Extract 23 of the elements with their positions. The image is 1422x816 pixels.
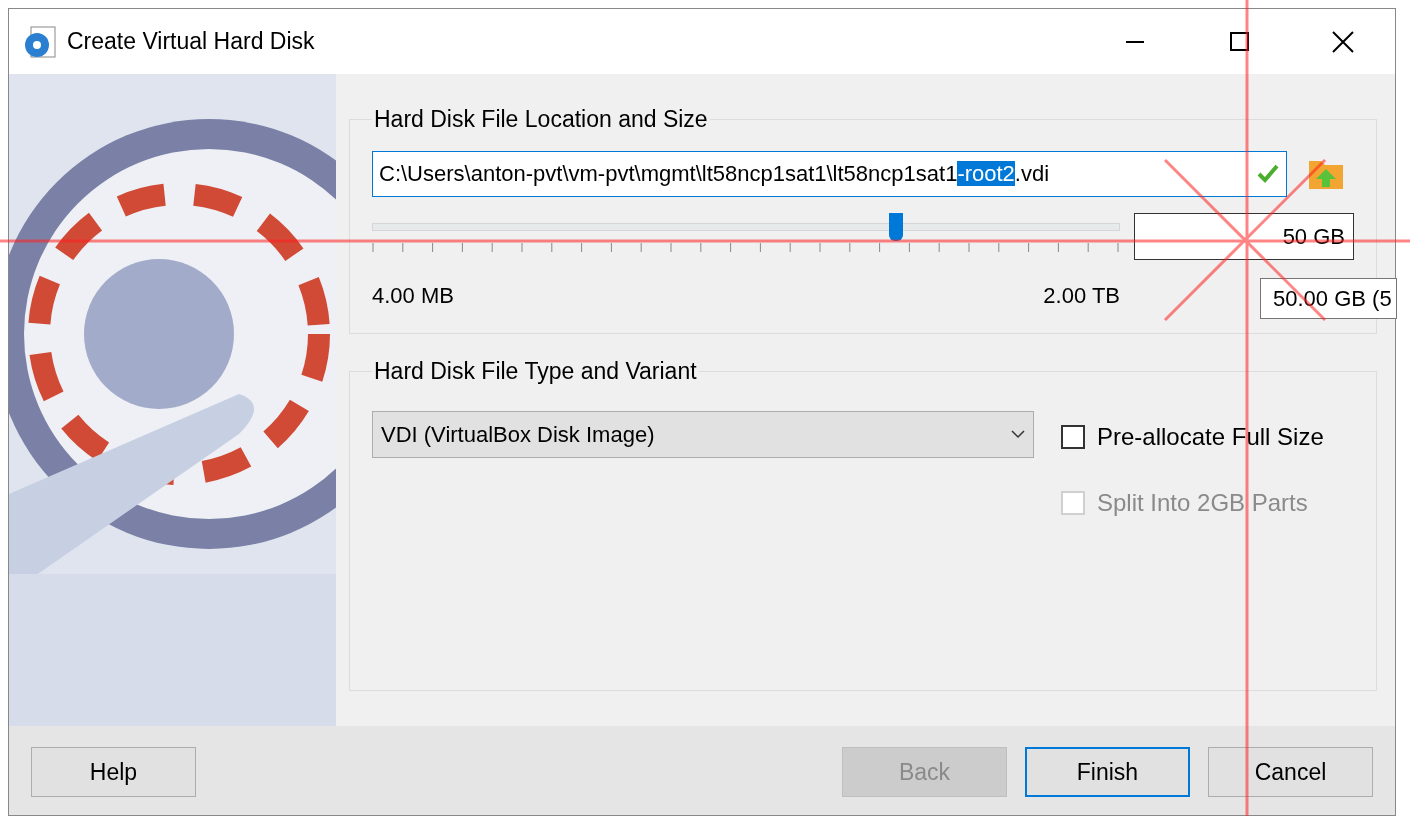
max-size-label: 2.00 TB [1043,281,1120,310]
checkbox-label: Pre-allocate Full Size [1097,421,1324,452]
size-field[interactable]: 50 GB [1134,212,1354,260]
maximize-icon [1229,32,1249,51]
group-title: Hard Disk File Location and Size [373,105,709,134]
minimize-icon [1126,40,1144,43]
disk-app-icon [23,24,57,59]
close-icon [1332,30,1354,53]
checkbox[interactable] [1061,424,1085,449]
size-tooltip: 50.00 GB (5 [1260,278,1397,319]
size-slider[interactable] [372,212,1120,241]
min-size-label: 4.00 MB [372,281,454,310]
format-dropdown[interactable]: VDI (VirtualBox Disk Image) [372,410,1034,458]
group-title: Hard Disk File Type and Variant [373,357,698,386]
dialog-button[interactable]: Finish [1025,747,1190,797]
dialog-button[interactable]: Cancel [1208,747,1373,797]
slider-thumb[interactable] [888,212,903,241]
chevron-down-icon [1011,429,1025,439]
window-title: Create Virtual Hard Disk [67,27,315,57]
path-field[interactable]: C:\Users\anton-pvt\vm-pvt\mgmt\lt58ncp1sat1\lt58ncp1sat1-root2.vdi [372,150,1287,197]
checkbox-label: Split Into 2GB Parts [1097,487,1308,518]
path-text: C:\Users\anton-pvt\vm-pvt\mgmt\lt58ncp1sat1\lt58ncp1sat1-root2.vdi [379,160,1050,188]
dialog-button[interactable]: Help [31,747,196,797]
